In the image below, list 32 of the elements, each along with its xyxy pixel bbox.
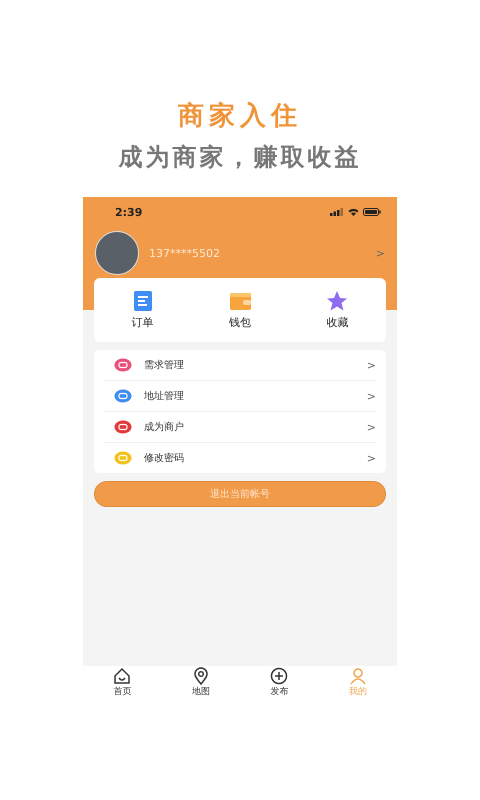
shortcut-label: 钱包 <box>228 315 251 330</box>
tab[interactable]: 发布 <box>259 666 300 698</box>
tab[interactable]: 首页 <box>102 666 142 698</box>
wallet-icon <box>228 290 251 312</box>
chevron-icon: > <box>366 358 376 372</box>
wifi-icon <box>348 208 359 216</box>
home-icon <box>113 666 132 684</box>
promo-subtitle: 成为商家，赚取收益 <box>118 142 362 173</box>
status-time: 2:39 <box>115 206 142 218</box>
document-icon <box>132 290 154 312</box>
shortcut-button[interactable]: 收藏 <box>307 290 368 330</box>
chevron-icon: > <box>366 452 376 464</box>
person-icon <box>348 666 367 684</box>
menu-item[interactable]: 地址管理 > <box>104 381 376 412</box>
shortcut-button[interactable]: 订单 <box>112 290 173 330</box>
map-pin-icon <box>192 666 210 684</box>
star-icon <box>326 290 348 312</box>
menu-item[interactable]: 需求管理 > <box>104 350 376 381</box>
promo-headline: 商家入住 <box>178 100 302 133</box>
chevron-icon: > <box>366 420 376 434</box>
chevron-icon: > <box>366 390 376 402</box>
signal-icon <box>330 208 344 216</box>
avatar-photo-placeholder[interactable] <box>95 231 139 275</box>
plus-circle-icon <box>270 666 288 684</box>
tab[interactable]: 地图 <box>180 666 221 698</box>
menu-item[interactable]: 修改密码 > <box>104 443 376 473</box>
menu-item[interactable]: 成为商户 > <box>104 412 376 443</box>
account-phone-number: 137****5502 <box>149 246 221 260</box>
shortcut-label: 订单 <box>132 315 154 330</box>
shortcut-button[interactable]: 钱包 <box>210 290 270 330</box>
shortcut-label: 收藏 <box>326 315 348 330</box>
battery-icon <box>363 208 381 216</box>
